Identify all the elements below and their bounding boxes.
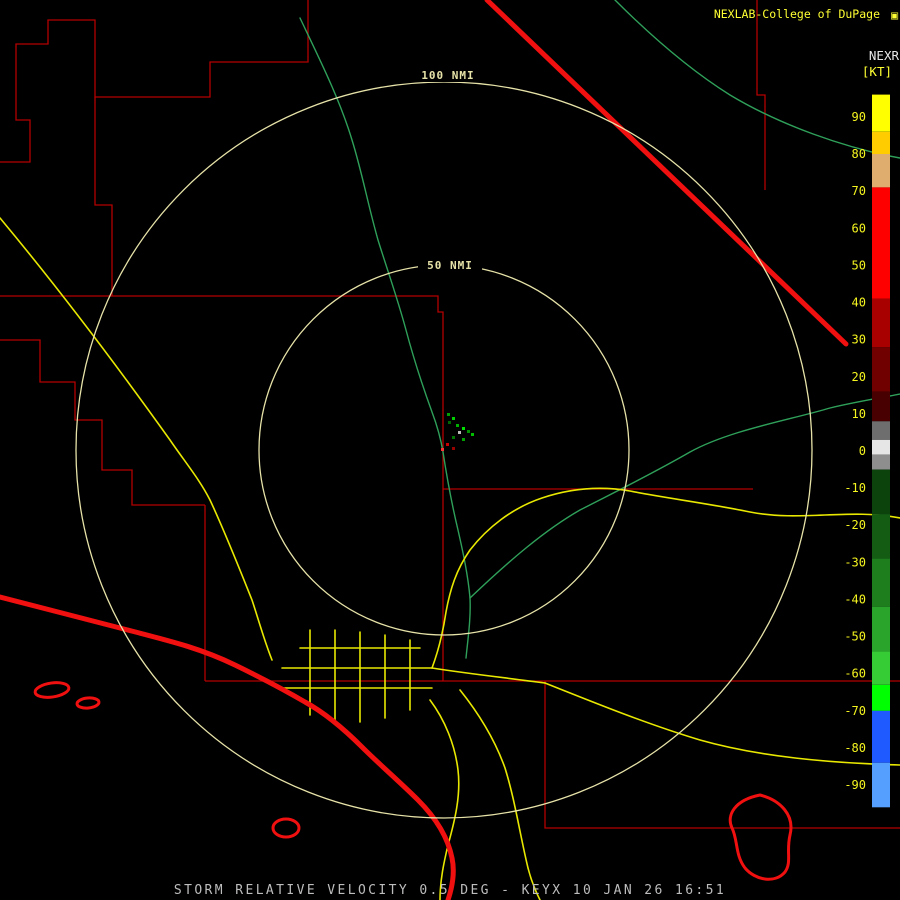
colorbar-segment bbox=[872, 558, 890, 607]
radar-echo-pixel bbox=[441, 448, 444, 451]
colorbar-segment bbox=[872, 606, 890, 652]
radar-echo-pixel bbox=[458, 431, 461, 434]
colorbar-segment bbox=[872, 514, 890, 559]
colorbar-segment bbox=[872, 421, 890, 440]
colorbar-tick-label: -30 bbox=[844, 555, 866, 569]
colorbar-segment bbox=[872, 684, 890, 711]
colorbar-tick-label: 10 bbox=[852, 407, 866, 421]
radar-echo-pixel bbox=[448, 421, 451, 424]
range-ring-label-50nmi: 50 NMI bbox=[427, 259, 473, 272]
velocity-colorbar bbox=[872, 94, 890, 808]
colorbar-segment bbox=[872, 391, 890, 422]
colorbar-tick-label: 40 bbox=[852, 296, 866, 310]
colorbar-segment bbox=[872, 762, 890, 808]
radar-map-canvas: 100 NMI 50 NMI 90 80 70 60 50 40 30 20 10 0 -10 -20… bbox=[0, 0, 900, 900]
colorbar-tick-label: -50 bbox=[844, 630, 866, 644]
colorbar-tick-label: 30 bbox=[852, 333, 866, 347]
cod-logo-icon: ▣ bbox=[891, 8, 898, 22]
colorbar-tick-label: 20 bbox=[852, 370, 866, 384]
colorbar-tick-label: -80 bbox=[844, 741, 866, 755]
status-bar-text: STORM RELATIVE VELOCITY 0.5 DEG - KEYX 1… bbox=[174, 883, 726, 898]
radar-echo-pixel bbox=[462, 427, 465, 430]
colorbar-tick-label: 70 bbox=[852, 184, 866, 198]
colorbar-tick-label: 50 bbox=[852, 258, 866, 272]
colorbar-segment bbox=[872, 469, 890, 515]
colorbar-tick-label: -20 bbox=[844, 518, 866, 532]
radar-echo-pixel bbox=[462, 438, 465, 441]
product-code-label: NEXR bbox=[869, 48, 900, 63]
range-ring-label-100nmi: 100 NMI bbox=[421, 69, 474, 82]
colorbar-segment bbox=[872, 710, 890, 763]
radar-echo-pixel bbox=[467, 430, 470, 433]
radar-echo-pixel bbox=[447, 413, 450, 416]
colorbar-segment bbox=[872, 298, 890, 348]
colorbar-tick-label: -10 bbox=[844, 481, 866, 495]
colorbar-segment bbox=[872, 94, 890, 132]
colorbar-segment bbox=[872, 154, 890, 188]
radar-echo-pixel bbox=[452, 447, 455, 450]
colorbar-segment bbox=[872, 454, 890, 470]
radar-display: 100 NMI 50 NMI 90 80 70 60 50 40 30 20 10 0 -10 -20… bbox=[0, 0, 900, 900]
colorbar-tick-label: -70 bbox=[844, 704, 866, 718]
colorbar-tick-label: -40 bbox=[844, 593, 866, 607]
colorbar-segment bbox=[872, 347, 890, 392]
radar-echo-pixel bbox=[452, 417, 455, 420]
colorbar-tick-label: 90 bbox=[852, 110, 866, 124]
colorbar-tick-label: 0 bbox=[859, 444, 866, 458]
colorbar-tick-label: -90 bbox=[844, 778, 866, 792]
colorbar-segment bbox=[872, 131, 890, 155]
colorbar-tick-label: 80 bbox=[852, 147, 866, 161]
radar-echo-pixel bbox=[452, 436, 455, 439]
radar-echo-pixel bbox=[471, 433, 474, 436]
colorbar-segment bbox=[872, 651, 890, 685]
colorbar-tick-label: -60 bbox=[844, 667, 866, 681]
colorbar-tick-label: 60 bbox=[852, 221, 866, 235]
radar-echo-pixel bbox=[446, 443, 449, 446]
colorbar-segment bbox=[872, 439, 890, 455]
colorbar-units-label: [KT] bbox=[862, 64, 892, 79]
colorbar-segment bbox=[872, 187, 890, 299]
radar-echo-pixel bbox=[456, 424, 459, 427]
brand-title: NEXLAB-College of DuPage bbox=[714, 7, 880, 21]
